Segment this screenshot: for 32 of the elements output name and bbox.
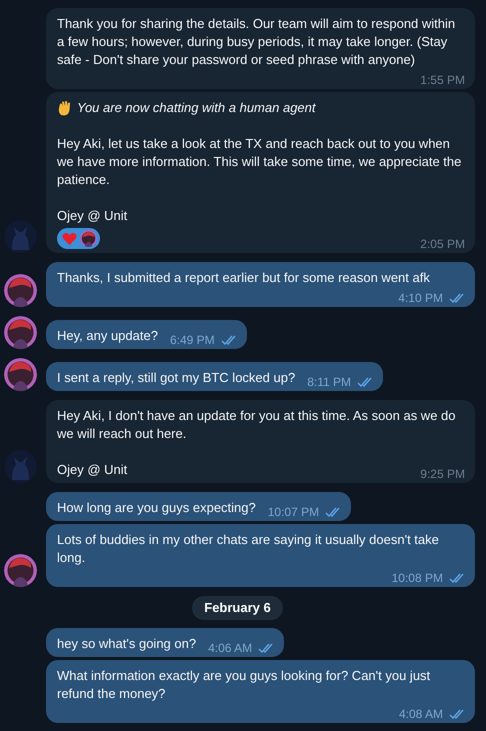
message-text: Thanks, I submitted a report earlier but for some reason went afk (57, 269, 430, 287)
message-text: What information exactly are you guys looking for? Can't you just refund the money? (57, 667, 432, 703)
message-time: 6:49 PM (170, 332, 215, 348)
avatar[interactable] (4, 554, 37, 587)
message-time: 2:05 PM (420, 236, 465, 252)
message-text: I sent a reply, still got my BTC locked up? (57, 369, 296, 387)
reaction-pill[interactable] (57, 228, 100, 249)
heart-icon (62, 232, 77, 246)
message-text: Ojey @ Unit (57, 207, 128, 225)
reactor-avatar (80, 230, 97, 247)
message-text: hey so what's going on? (57, 635, 196, 653)
message-text: Hey, any update? (57, 327, 158, 345)
date-separator: February 6 (192, 596, 283, 620)
avatar[interactable] (4, 274, 37, 307)
message-text: Lots of buddies in my other chats are saying it usually doesn't take long. (57, 531, 440, 567)
message-text: Hey Aki, I don't have an update for you at this time. As soon as we do we will reach out here. (57, 407, 456, 443)
notice-text: You are now chatting with a human agent (77, 99, 316, 117)
message-time: 4:06 AM (208, 640, 252, 656)
message-time: 9:25 PM (420, 466, 465, 482)
message-text: Ojey @ Unit (57, 461, 128, 479)
avatar[interactable] (4, 316, 37, 349)
avatar[interactable] (4, 358, 37, 391)
message-time: 10:08 PM (392, 570, 443, 586)
message-time: 10:07 PM (268, 504, 320, 520)
message-text: How long are you guys expecting? (57, 499, 256, 517)
message-time: 8:11 PM (307, 374, 352, 390)
message-time: 4:10 PM (398, 290, 443, 306)
message-time: 1:55 PM (420, 72, 465, 88)
waving-hand-icon (57, 100, 73, 116)
message-text: Thank you for sharing the details. Our team will aim to respond within a few hours; however, during busy periods, it may take longer. (Stay safe - Don't share your password or seed phrase with anyone) (57, 15, 456, 69)
message-time: 4:08 AM (398, 706, 443, 722)
message-text: Hey Aki, let us take a look at the TX and reach back out to you when we have more information. This will take some time, we appreciate the patience. (57, 135, 462, 189)
